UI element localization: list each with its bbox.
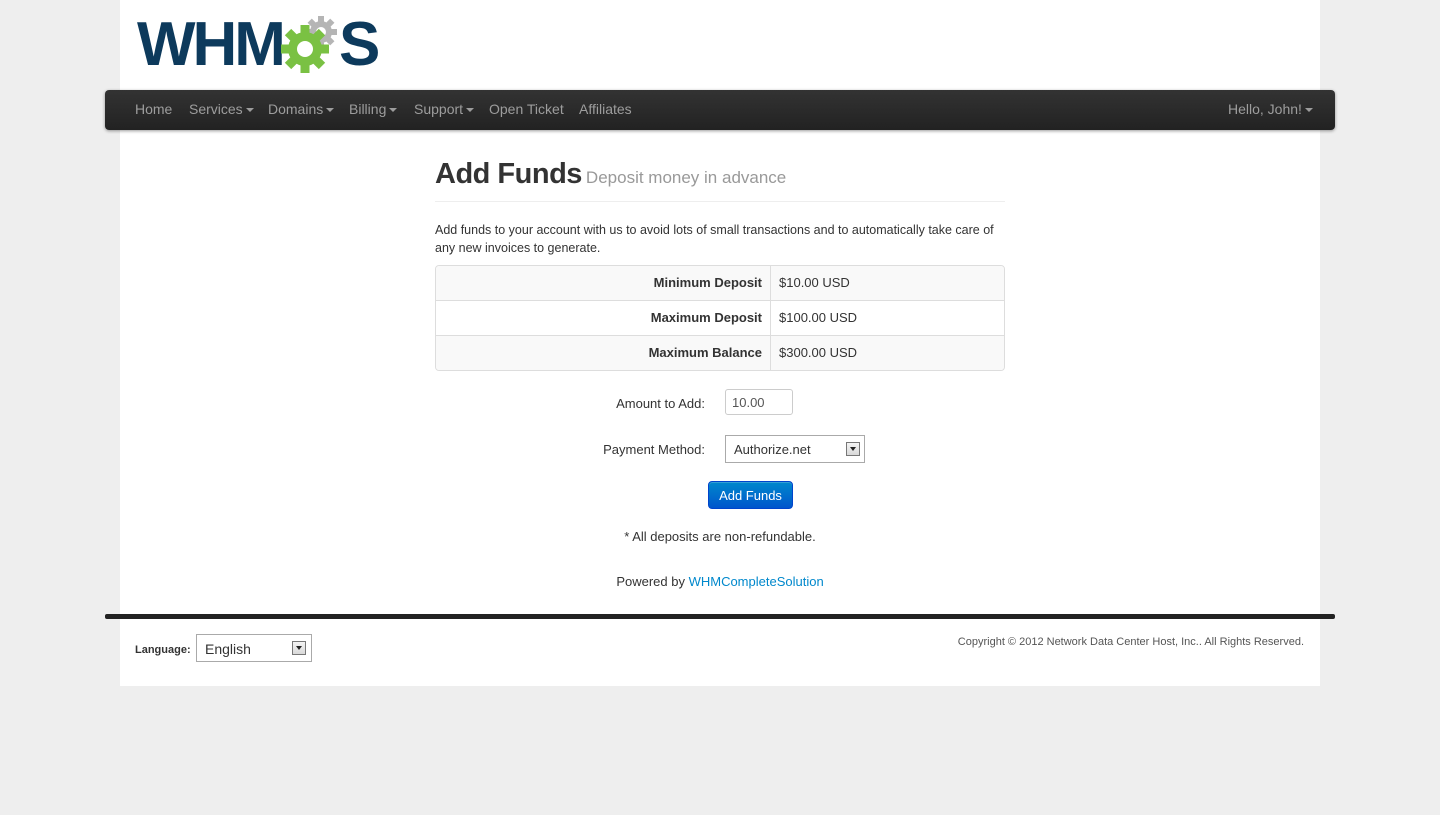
nav-domains-label: Domains — [268, 101, 324, 117]
limit-label: Maximum Deposit — [436, 301, 771, 335]
table-row: Minimum Deposit $10.00 USD — [436, 266, 1004, 300]
chevron-down-icon — [1304, 108, 1313, 113]
nav-affiliates[interactable]: Affiliates — [579, 90, 632, 130]
nav-billing[interactable]: Billing — [349, 90, 398, 130]
chevron-down-icon — [389, 108, 398, 113]
nav-affiliates-label: Affiliates — [579, 101, 632, 117]
limit-value: $300.00 USD — [779, 345, 858, 360]
limit-value: $10.00 USD — [779, 275, 850, 290]
user-menu-label: Hello, John! — [1228, 101, 1302, 117]
logo-text-suffix: S — [338, 10, 380, 79]
footer-divider — [105, 614, 1335, 619]
nav-services-label: Services — [189, 101, 243, 117]
language-value: English — [205, 641, 251, 657]
nav-support[interactable]: Support — [414, 90, 475, 130]
nav-open-ticket[interactable]: Open Ticket — [489, 90, 564, 130]
limit-label: Minimum Deposit — [436, 266, 771, 300]
deposit-limits-table: Minimum Deposit $10.00 USD Maximum Depos… — [435, 265, 1005, 371]
nav-home-label: Home — [135, 101, 173, 117]
chevron-down-icon — [245, 108, 254, 113]
page-header: Add Funds Deposit money in advance — [435, 158, 1005, 202]
powered-by-prefix: Powered by — [616, 574, 689, 589]
chevron-down-icon — [326, 108, 335, 113]
nav-domains[interactable]: Domains — [268, 90, 335, 130]
gear-icon — [280, 16, 341, 74]
limit-label: Maximum Balance — [436, 336, 771, 370]
intro-text: Add funds to your account with us to avo… — [435, 223, 994, 255]
table-row: Maximum Deposit $100.00 USD — [436, 300, 1004, 335]
logo-text-prefix: WHM — [137, 10, 286, 79]
payment-method-value: Authorize.net — [734, 442, 811, 457]
amount-label: Amount to Add: — [616, 396, 705, 411]
limit-value: $100.00 USD — [779, 310, 858, 325]
nav-billing-label: Billing — [349, 101, 387, 117]
refund-note: * All deposits are non-refundable. — [624, 529, 816, 544]
nav-open-ticket-label: Open Ticket — [489, 101, 564, 117]
add-funds-button[interactable]: Add Funds — [708, 481, 793, 509]
table-row: Maximum Balance $300.00 USD — [436, 335, 1004, 370]
chevron-down-icon — [292, 641, 306, 655]
language-label: Language: — [135, 644, 191, 656]
nav-support-label: Support — [414, 101, 464, 117]
user-menu[interactable]: Hello, John! — [1228, 90, 1313, 130]
chevron-down-icon — [466, 108, 475, 113]
page-title: Add Funds — [435, 158, 582, 190]
amount-input[interactable] — [725, 389, 793, 415]
payment-method-label: Payment Method: — [603, 442, 705, 457]
language-select[interactable]: English — [196, 634, 312, 662]
site-logo[interactable]: WHM S — [137, 10, 380, 79]
main-navbar: Home Services Domains Billing Support Op… — [105, 90, 1335, 130]
payment-method-select[interactable]: Authorize.net — [725, 435, 865, 463]
page-subtitle: Deposit money in advance — [585, 168, 787, 187]
nav-services[interactable]: Services — [189, 90, 254, 130]
nav-home[interactable]: Home — [135, 90, 172, 130]
chevron-down-icon — [846, 442, 860, 456]
powered-by-link[interactable]: WHMCompleteSolution — [689, 574, 824, 589]
copyright-text: Copyright © 2012 Network Data Center Hos… — [957, 636, 1304, 648]
powered-by: Powered by WHMCompleteSolution — [435, 574, 1005, 589]
